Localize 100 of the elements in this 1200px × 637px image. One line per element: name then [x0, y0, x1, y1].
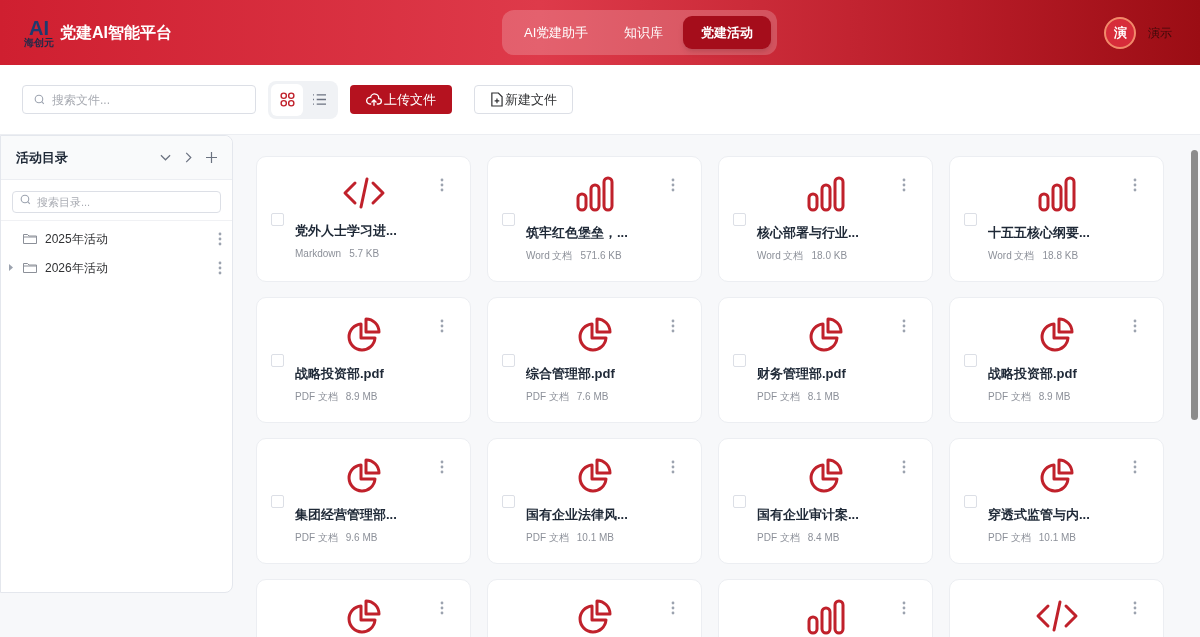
checkbox[interactable] — [733, 354, 746, 367]
file-card[interactable]: 筑牢红色堡垒，... Word 文档 571.6 KB — [487, 156, 702, 282]
file-card[interactable]: 战略投资部.pdf PDF 文档 8.9 MB — [256, 297, 471, 423]
file-name: 战略投资部.pdf — [295, 365, 385, 383]
checkbox[interactable] — [733, 213, 746, 226]
file-card[interactable]: 集团经营管理部... PDF 文档 9.6 MB — [256, 438, 471, 564]
cloud-upload-icon — [366, 92, 382, 107]
sidebar-title: 活动目录 — [16, 148, 68, 167]
card-menu-icon[interactable] — [1133, 319, 1137, 333]
pie-chart-icon — [576, 599, 613, 635]
checkbox[interactable] — [733, 495, 746, 508]
expand-arrow-icon[interactable] — [9, 264, 13, 271]
folder-item[interactable]: 2026年活动 — [1, 253, 232, 282]
pie-chart-icon — [807, 458, 844, 494]
checkbox[interactable] — [964, 213, 977, 226]
card-menu-icon[interactable] — [1133, 601, 1137, 615]
expand-icon[interactable] — [185, 152, 192, 163]
grid-icon — [279, 92, 295, 107]
add-icon[interactable] — [206, 152, 217, 163]
file-card[interactable]: 十五五核心纲要... Word 文档 18.8 KB — [949, 156, 1164, 282]
nav-tab[interactable]: 知识库 — [608, 16, 680, 49]
search-icon — [19, 193, 32, 206]
folder-icon — [23, 262, 37, 273]
nav-tab[interactable]: 党建活动 — [683, 16, 772, 49]
file-card[interactable]: 党外人士学习进... Markdown 5.7 KB — [256, 156, 471, 282]
checkbox[interactable] — [502, 213, 515, 226]
checkbox[interactable] — [964, 354, 977, 367]
file-name: 国有企业法律风... — [526, 506, 629, 524]
pie-chart-icon — [576, 317, 613, 353]
file-size: 9.6 MB — [345, 530, 378, 545]
file-card[interactable]: 战略投资部.pdf PDF 文档 8.9 MB — [949, 297, 1164, 423]
card-menu-icon[interactable] — [1133, 460, 1137, 474]
card-menu-icon[interactable] — [671, 178, 675, 192]
folder-label: 2025年活动 — [45, 230, 108, 248]
file-type: PDF 文档 — [757, 530, 800, 545]
file-name: 党外人士学习进... — [295, 222, 398, 240]
card-menu-icon[interactable] — [440, 601, 444, 615]
search-field[interactable]: 搜索文件... — [22, 85, 256, 114]
search-icon — [33, 93, 46, 106]
checkbox[interactable] — [964, 495, 977, 508]
file-name: 穿透式监管与内... — [988, 506, 1091, 524]
card-menu-icon[interactable] — [902, 601, 906, 615]
file-type: Word 文档 — [988, 248, 1035, 263]
file-card[interactable]: 穿透式监管与内... PDF 文档 10.1 MB — [949, 438, 1164, 564]
checkbox[interactable] — [271, 495, 284, 508]
file-type: Word 文档 — [526, 248, 573, 263]
card-menu-icon[interactable] — [440, 178, 444, 192]
logo: AI 海创元 — [23, 17, 55, 48]
card-menu-icon[interactable] — [440, 460, 444, 474]
file-plus-icon — [490, 92, 503, 107]
file-size: 8.9 MB — [345, 389, 378, 404]
file-type: PDF 文档 — [988, 530, 1031, 545]
new-file-button[interactable]: 新建文件 — [474, 85, 573, 114]
user-avatar[interactable]: 演 — [1104, 16, 1136, 49]
folder-menu-icon[interactable] — [218, 260, 222, 275]
file-card[interactable]: 综合管理部.pdf PDF 文档 7.6 MB — [487, 297, 702, 423]
collapse-icon[interactable] — [160, 154, 171, 161]
file-name: 财务管理部.pdf — [757, 365, 847, 383]
card-menu-icon[interactable] — [902, 178, 906, 192]
file-size: 18.0 KB — [811, 248, 848, 263]
file-size: 18.8 KB — [1042, 248, 1079, 263]
file-name: 国有企业审计案... — [757, 506, 860, 524]
checkbox[interactable] — [271, 354, 284, 367]
file-type: PDF 文档 — [526, 389, 569, 404]
bar-chart-icon — [806, 176, 845, 212]
file-name: 集团经营管理部... — [295, 506, 398, 524]
file-card[interactable]: 核心部署与行业... Word 文档 18.0 KB — [718, 156, 933, 282]
card-menu-icon[interactable] — [902, 460, 906, 474]
directory-search-field[interactable]: 搜索目录... — [12, 191, 221, 213]
checkbox[interactable] — [271, 213, 284, 226]
card-menu-icon[interactable] — [902, 319, 906, 333]
file-name: 核心部署与行业... — [757, 224, 860, 242]
file-card[interactable]: 财务管理部.pdf PDF 文档 8.1 MB — [718, 297, 933, 423]
pie-chart-icon — [576, 458, 613, 494]
upload-button[interactable]: 上传文件 — [350, 85, 452, 114]
app-title: 党建AI智能平台 — [60, 22, 172, 43]
list-icon — [311, 93, 327, 106]
file-size: 5.7 KB — [349, 246, 380, 261]
folder-label: 2026年活动 — [45, 259, 108, 277]
card-menu-icon[interactable] — [671, 460, 675, 474]
checkbox[interactable] — [502, 354, 515, 367]
scrollbar-thumb[interactable] — [1190, 150, 1198, 420]
card-menu-icon[interactable] — [671, 601, 675, 615]
file-type: PDF 文档 — [526, 530, 569, 545]
file-size: 10.1 MB — [576, 530, 615, 545]
file-card[interactable]: 国有企业审计案... PDF 文档 8.4 MB — [718, 438, 933, 564]
bar-chart-icon — [1037, 176, 1076, 212]
pie-chart-icon — [1038, 317, 1075, 353]
card-menu-icon[interactable] — [440, 319, 444, 333]
grid-view-button[interactable] — [271, 83, 303, 116]
bar-chart-icon — [575, 176, 614, 212]
card-menu-icon[interactable] — [671, 319, 675, 333]
pie-chart-icon — [345, 599, 382, 635]
file-size: 10.1 MB — [1038, 530, 1077, 545]
folder-item[interactable]: 2025年活动 — [1, 224, 232, 253]
file-card[interactable]: 国有企业法律风... PDF 文档 10.1 MB — [487, 438, 702, 564]
card-menu-icon[interactable] — [1133, 178, 1137, 192]
checkbox[interactable] — [502, 495, 515, 508]
folder-menu-icon[interactable] — [218, 231, 222, 246]
file-name: 综合管理部.pdf — [526, 365, 616, 383]
